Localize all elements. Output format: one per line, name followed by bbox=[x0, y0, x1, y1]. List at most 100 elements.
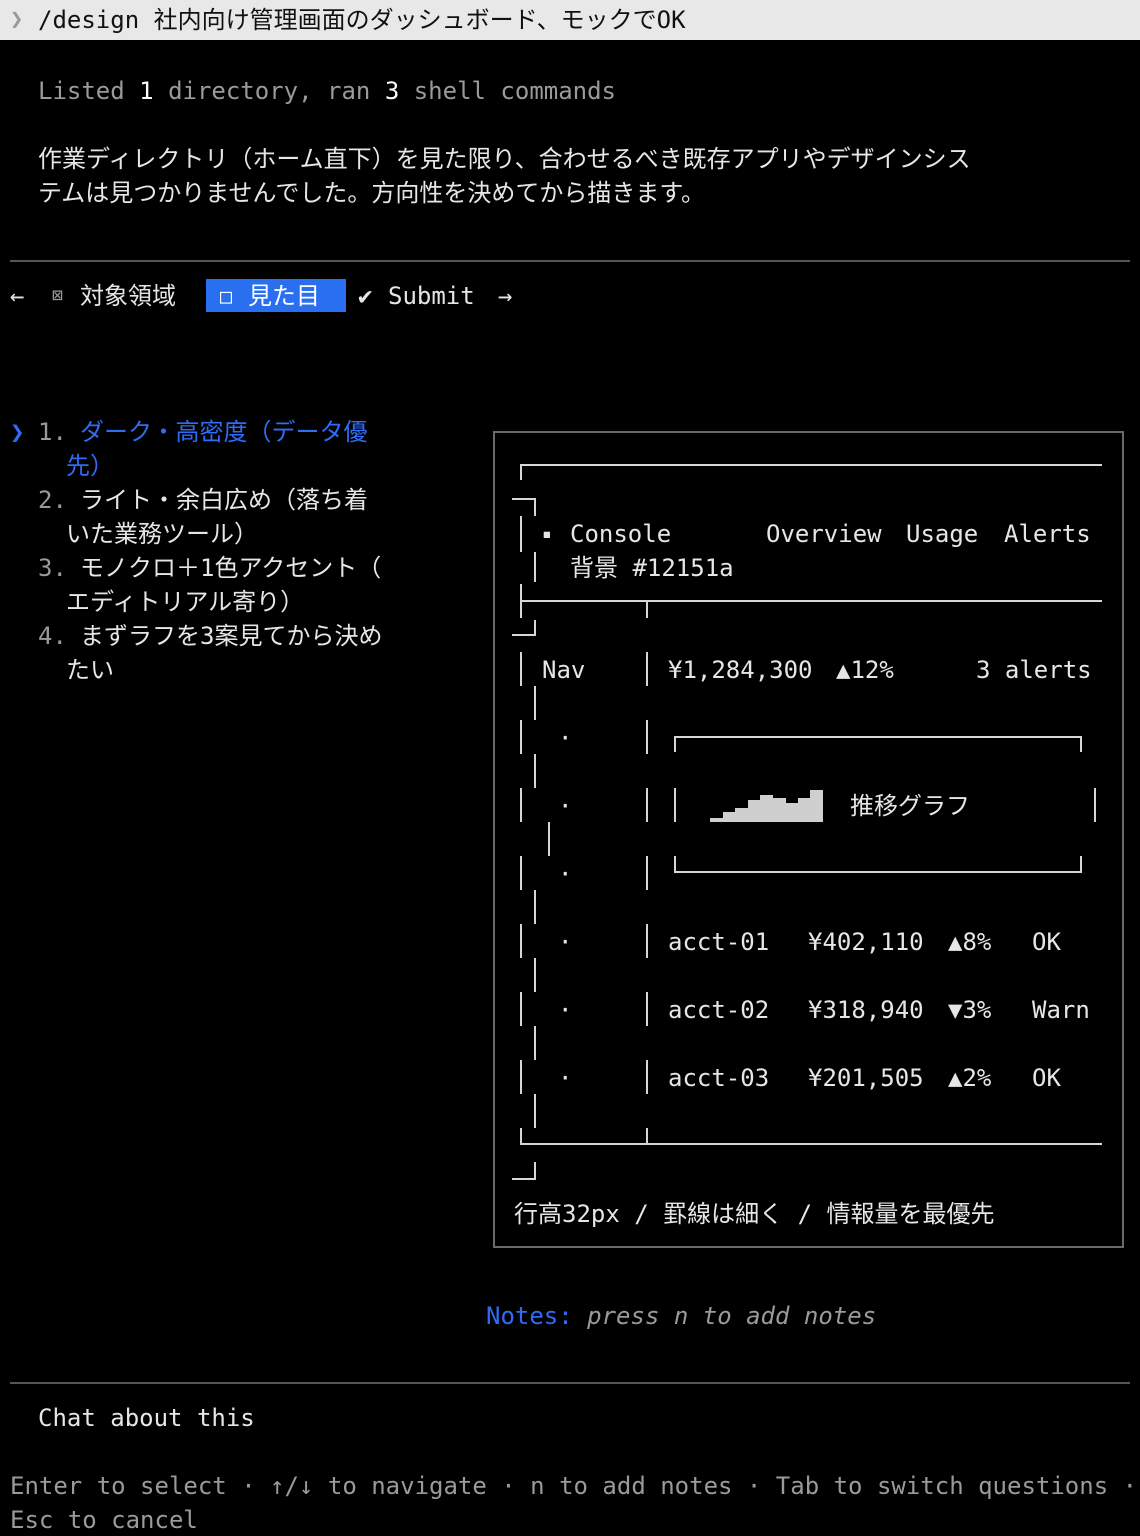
frame-bottom-line bbox=[520, 1143, 1102, 1145]
status-line: Listed 1 directory, ran 3 shell commands bbox=[38, 77, 617, 105]
option-4-label-cont: たい bbox=[66, 656, 114, 684]
content-divider-6 bbox=[646, 992, 648, 1026]
sidebar-border-1 bbox=[520, 652, 522, 686]
tab-submit[interactable]: Submit bbox=[388, 279, 475, 313]
sidebar-border-5 bbox=[520, 788, 522, 822]
prev-question-arrow-icon[interactable]: ← bbox=[10, 279, 24, 313]
sidebar-border-10 bbox=[534, 958, 536, 992]
preview-nav-overview: Overview bbox=[766, 520, 882, 548]
chart-box-right bbox=[1094, 788, 1096, 822]
sidebar-dot: · bbox=[558, 724, 573, 752]
sparkline-bar bbox=[735, 808, 748, 822]
sparkline-bar bbox=[810, 790, 823, 822]
chat-about-this-option[interactable]: Chat about this bbox=[38, 1401, 255, 1435]
row-status: Warn bbox=[1032, 996, 1090, 1024]
sparkline-bar bbox=[710, 818, 723, 822]
sidebar-border-3 bbox=[520, 720, 522, 754]
sidebar-border-8 bbox=[534, 890, 536, 924]
sidebar-dot: · bbox=[558, 792, 573, 820]
chart-box-bl bbox=[674, 856, 676, 872]
row-id: acct-01 bbox=[668, 928, 770, 956]
sparkline-bar bbox=[797, 798, 811, 822]
dir-count: 1 bbox=[139, 77, 154, 105]
chart-box-bottom bbox=[674, 871, 1082, 873]
divider bbox=[10, 1382, 1130, 1384]
sidebar-dot: · bbox=[558, 996, 573, 1024]
prompt-chevron-icon: ❯ bbox=[10, 7, 24, 32]
header-bottom-line bbox=[520, 600, 1102, 602]
sidebar-dot: · bbox=[558, 928, 573, 956]
row-change: ▼3% bbox=[948, 996, 992, 1024]
sidebar-border-12 bbox=[534, 1026, 536, 1060]
chart-box-top bbox=[674, 736, 1082, 738]
row-change: ▲2% bbox=[948, 1064, 992, 1092]
frame-bottom-tick bbox=[512, 1178, 536, 1180]
keyboard-help-line-2: Esc to cancel bbox=[10, 1506, 198, 1534]
notes-prompt[interactable]: Notes: press n to add notes bbox=[486, 1299, 876, 1333]
command-bar: ❯ /design 社内向け管理画面のダッシュボード、モックでOK bbox=[0, 0, 1140, 40]
preview-nav-usage: Usage bbox=[906, 520, 979, 548]
option-3-label-cont: エディトリアル寄り） bbox=[66, 588, 305, 616]
option-2-label-cont: いた業務ツール） bbox=[66, 520, 258, 548]
row-id: acct-02 bbox=[668, 996, 770, 1024]
row-amount: ¥318,940 bbox=[808, 996, 924, 1024]
sparkline-bar bbox=[785, 803, 798, 822]
unchecked-box-icon: □ bbox=[220, 284, 233, 308]
preview-nav-alerts: Alerts bbox=[1004, 520, 1091, 548]
option-3-label: モノクロ＋1色アクセント（ bbox=[80, 554, 382, 582]
sidebar-border-13 bbox=[520, 1060, 522, 1094]
sparkline-bar bbox=[747, 800, 761, 822]
body-left-corner bbox=[520, 584, 522, 618]
row-status: OK bbox=[1032, 928, 1061, 956]
sidebar-border-6 bbox=[548, 822, 550, 856]
sidebar-dot: · bbox=[558, 1064, 573, 1092]
preview-bg-label: 背景 #12151a bbox=[570, 554, 734, 582]
sidebar-border-14 bbox=[534, 1094, 536, 1128]
option-2-label: ライト・余白広め（落ち着 bbox=[80, 486, 368, 514]
preview-sidebar-label: Nav bbox=[542, 656, 586, 684]
option-1-label: ダーク・高密度（データ優 bbox=[80, 418, 368, 446]
tab-scope[interactable]: 対象領域 bbox=[80, 279, 176, 313]
sidebar-dot: · bbox=[558, 860, 573, 888]
alerts-count: 3 alerts bbox=[976, 656, 1092, 684]
content-divider-2 bbox=[646, 720, 648, 754]
sparkline-bar bbox=[722, 812, 736, 822]
notes-hint: press n to add notes bbox=[587, 1302, 877, 1330]
sidebar-border-11 bbox=[520, 992, 522, 1026]
keyboard-help-line-1: Enter to select · ↑/↓ to navigate · n to… bbox=[10, 1472, 1138, 1500]
next-question-arrow-icon[interactable]: → bbox=[498, 279, 512, 313]
sidebar-divider-top bbox=[646, 600, 648, 618]
command-text: /design 社内向け管理画面のダッシュボード、モックでOK bbox=[38, 6, 686, 34]
chart-box-tl bbox=[674, 736, 676, 752]
divider bbox=[10, 260, 1130, 262]
kpi-change: ▲12% bbox=[836, 656, 894, 684]
frame-tick bbox=[512, 498, 536, 500]
sidebar-border-4 bbox=[534, 754, 536, 788]
sidebar-border-15 bbox=[520, 1128, 522, 1144]
row-amount: ¥201,505 bbox=[808, 1064, 924, 1092]
chart-box-left bbox=[674, 788, 676, 822]
sidebar-border-7 bbox=[520, 856, 522, 890]
frame-top-corner bbox=[520, 464, 522, 480]
assistant-message-line-1: 作業ディレクトリ（ホーム直下）を見た限り、合わせるべき既存アプリやデザインシス bbox=[38, 145, 971, 173]
checkmark-icon: ✔ bbox=[358, 282, 373, 310]
brand-mark-icon: ▪ bbox=[542, 524, 552, 543]
content-divider-1 bbox=[646, 652, 648, 686]
sparkline-bar bbox=[772, 798, 786, 822]
checked-box-icon: ⊠ bbox=[52, 285, 63, 306]
sidebar-border-2 bbox=[534, 686, 536, 720]
row-status: OK bbox=[1032, 1064, 1061, 1092]
preview-brand: Console bbox=[570, 520, 672, 548]
content-divider-3 bbox=[646, 788, 648, 822]
kpi-value: ¥1,284,300 bbox=[668, 656, 813, 684]
option-4-label: まずラフを3案見てから決め bbox=[80, 622, 383, 650]
assistant-message-line-2: テムは見つかりませんでした。方向性を決めてから描きます。 bbox=[38, 179, 705, 207]
frame-top-line bbox=[520, 464, 1102, 466]
preview-caption: 行高32px / 罫線は細く / 情報量を最優先 bbox=[514, 1200, 995, 1228]
sidebar-border-9 bbox=[520, 924, 522, 958]
row-amount: ¥402,110 bbox=[808, 928, 924, 956]
tab-visual[interactable]: 見た目 bbox=[248, 279, 320, 313]
content-divider-4 bbox=[646, 856, 648, 890]
sparkline-bar bbox=[760, 795, 773, 822]
content-divider-8 bbox=[646, 1128, 648, 1144]
